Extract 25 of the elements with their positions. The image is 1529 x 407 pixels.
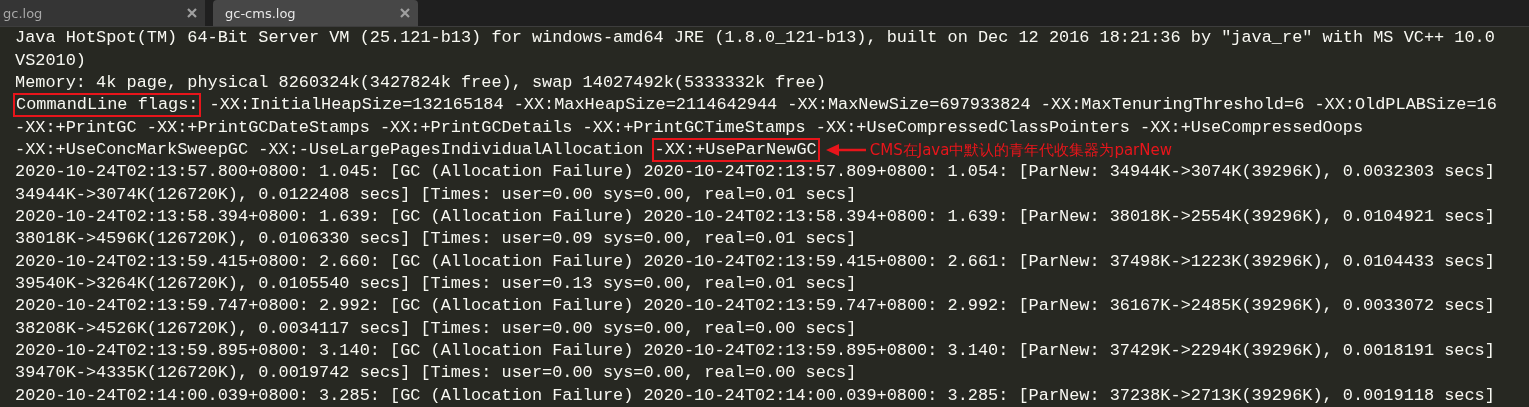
annotation-text: CMS在Java中默认的青年代收集器为parNew (869, 139, 1172, 161)
log-text: 38018K->4596K(126720K), 0.0106330 secs] [Times: user=0.09 sys=0.00, real=0.01 secs] (15, 229, 857, 250)
log-text: Java HotSpot(TM) 64-Bit Server VM (25.121-b13) for windows-amd64 JRE (1.8.0_121-b13), built on Dec 12 2016 18:21:36 by "java_re" with MS VC++ 10.0 (15, 28, 1495, 49)
log-text: 39470K->4335K(126720K), 0.0019742 secs] [Times: user=0.00 sys=0.00, real=0.00 secs] (15, 363, 857, 384)
log-text: 2020-10-24T02:13:57.800+0800: 1.045: [GC (Allocation Failure) 2020-10-24T02:13:57.809+0800: 1.054: [ParNew: 34944K->3074K(39296K), 0.0032303 secs] (15, 162, 1495, 183)
log-text: 2020-10-24T02:13:59.747+0800: 2.992: [GC (Allocation Failure) 2020-10-24T02:13:59.747+0800: 2.992: [ParNew: 36167K->2485K(39296K), 0.0033072 secs] (15, 296, 1495, 317)
log-text: 2020-10-24T02:13:59.415+0800: 2.660: [GC (Allocation Failure) 2020-10-24T02:13:59.415+0800: 2.661: [ParNew: 37498K->1223K(39296K), 0.0104433 secs] (15, 251, 1495, 272)
boxed-text: CommandLine flags: (15, 95, 200, 116)
log-text: 2020-10-24T02:14:00.039+0800: 3.285: [GC (Allocation Failure) 2020-10-24T02:14:00.039+0800: 3.285: [ParNew: 37238K->2713K(39296K), 0.0019118 secs] (15, 385, 1495, 406)
close-icon[interactable] (187, 8, 197, 18)
log-text: VS2010) (15, 50, 86, 71)
log-text: Memory: 4k page, physical 8260324k(3427824k free), swap 14027492k(5333332k free) (15, 72, 826, 93)
file-tab[interactable]: gc-cms.log (213, 0, 418, 26)
log-text: 34944K->3074K(126720K), 0.0122408 secs] [Times: user=0.00 sys=0.00, real=0.01 secs] (15, 184, 857, 205)
log-text: -XX:InitialHeapSize=132165184 -XX:MaxHeapSize=2114642944 -XX:MaxNewSize=697933824 -XX:MaxTenuringThreshold=6 -XX:OldPLABSize=16 (208, 95, 1497, 116)
close-icon[interactable] (400, 8, 410, 18)
log-text: 39540K->3264K(126720K), 0.0105540 secs] [Times: user=0.13 sys=0.00, real=0.01 secs] (15, 273, 857, 294)
log-text: 38208K->4526K(126720K), 0.0034117 secs] [Times: user=0.00 sys=0.00, real=0.00 secs] (15, 318, 857, 339)
boxed-text: -XX:+UseParNewGC (653, 139, 818, 160)
file-tab[interactable]: gc.log (0, 0, 205, 26)
log-text: -XX:+UseConcMarkSweepGC -XX:-UseLargePagesIndividualAllocation (15, 139, 645, 160)
log-text: 2020-10-24T02:13:58.394+0800: 1.639: [GC (Allocation Failure) 2020-10-24T02:13:58.394+0800: 1.639: [ParNew: 38018K->2554K(39296K), 0.0104921 secs] (15, 206, 1495, 227)
arrow-icon (825, 142, 866, 157)
log-text: 2020-10-24T02:13:59.895+0800: 3.140: [GC (Allocation Failure) 2020-10-24T02:13:59.895+0800: 3.140: [ParNew: 37429K->2294K(39296K), 0.0018191 secs] (15, 341, 1495, 361)
log-text: -XX:+PrintGC -XX:+PrintGCDateStamps -XX:+PrintGCDetails -XX:+PrintGCTimeStamps -XX:+UseCompressedClassPointers -XX:+UseCompressedOops (15, 117, 1364, 138)
